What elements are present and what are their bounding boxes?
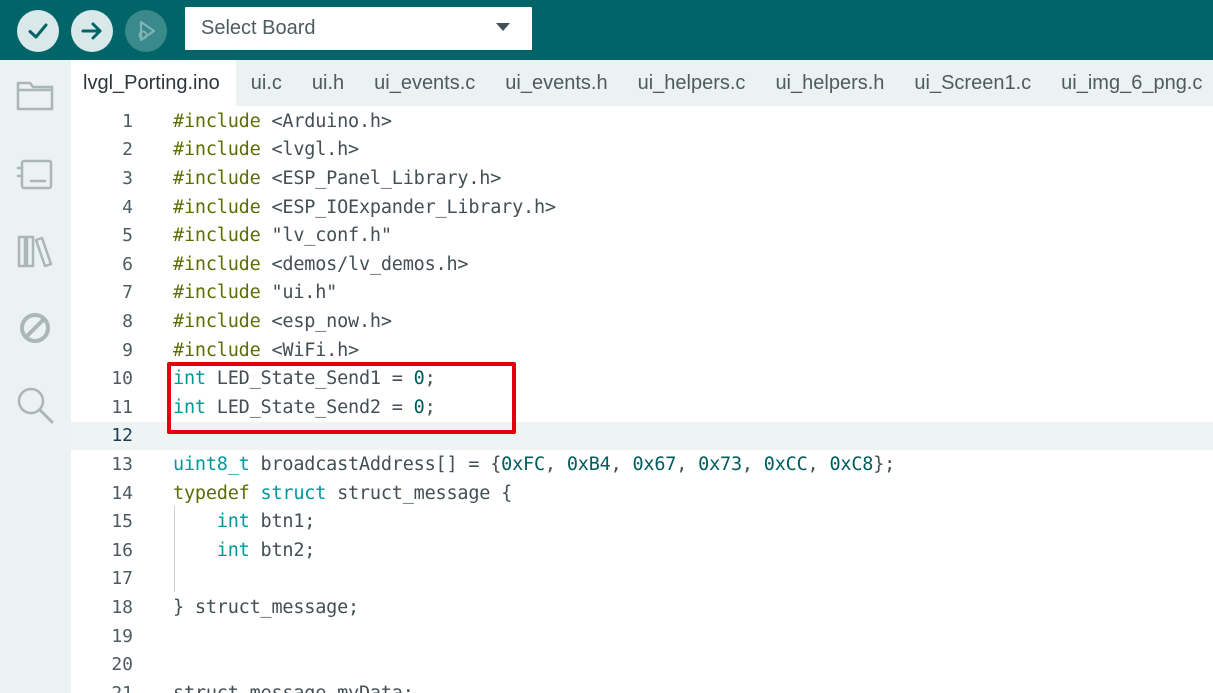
tab-ui-events-h[interactable]: ui_events.h (490, 60, 622, 106)
code-line[interactable]: 8 #include <esp_now.h> (71, 307, 1213, 336)
code-line[interactable]: 19 (71, 622, 1213, 651)
code-text: int LED_State_Send1 = 0; (173, 368, 436, 390)
no-debug-icon (20, 313, 50, 343)
code-line[interactable]: 17 (71, 565, 1213, 594)
code-text: int btn1; (216, 511, 316, 533)
line-number: 9 (122, 339, 133, 361)
line-number: 14 (111, 482, 133, 504)
line-number: 1 (122, 110, 133, 132)
tab-ui-c[interactable]: ui.c (236, 60, 297, 106)
code-line[interactable]: 13 uint8_t broadcastAddress[] = {0xFC, 0x… (71, 450, 1213, 479)
tab-bar: lvgl_Porting.ino ui.c ui.h ui_events.c u… (71, 60, 1213, 106)
code-text: uint8_t broadcastAddress[] = {0xFC, 0xB4… (173, 453, 896, 475)
code-text: int LED_State_Send2 = 0; (173, 396, 436, 418)
line-number: 11 (111, 396, 133, 418)
code-text: #include "lv_conf.h" (173, 225, 392, 247)
folder-icon (16, 81, 54, 111)
tab-lvgl-porting-ino[interactable]: lvgl_Porting.ino (71, 60, 236, 106)
code-line[interactable]: 6 #include <demos/lv_demos.h> (71, 250, 1213, 279)
code-line[interactable]: 10 int LED_State_Send1 = 0; (71, 364, 1213, 393)
line-number: 7 (122, 282, 133, 304)
code-line[interactable]: 18 } struct_message; (71, 593, 1213, 622)
code-text: #include <WiFi.h> (173, 339, 359, 361)
verify-button[interactable] (17, 10, 59, 52)
code-line[interactable]: 16 int btn2; (71, 536, 1213, 565)
line-number: 10 (111, 368, 133, 390)
upload-button[interactable] (71, 10, 113, 52)
code-text: #include <Arduino.h> (173, 110, 392, 132)
check-icon (28, 23, 48, 39)
line-number: 20 (111, 654, 133, 676)
line-number: 19 (111, 625, 133, 647)
line-number: 12 (111, 425, 133, 447)
code-text: int btn2; (216, 539, 316, 561)
toolbar: Select Board (0, 0, 1213, 60)
board-select-label: Select Board (201, 17, 316, 39)
code-line[interactable]: 5 #include "lv_conf.h" (71, 221, 1213, 250)
code-text: struct_message myData; (173, 683, 414, 693)
debug-button[interactable] (125, 10, 167, 52)
code-line[interactable]: 12 (71, 421, 1213, 451)
sidebar (0, 60, 71, 693)
sidebar-item-search[interactable] (14, 384, 56, 426)
tab-ui-helpers-c[interactable]: ui_helpers.c (623, 60, 761, 106)
line-number: 5 (122, 225, 133, 247)
code-line[interactable]: 14 typedef struct struct_message { (71, 479, 1213, 508)
tab-ui-helpers-h[interactable]: ui_helpers.h (760, 60, 899, 106)
code-text: #include <esp_now.h> (173, 310, 392, 332)
code-line[interactable]: 20 (71, 650, 1213, 679)
code-line[interactable]: 15 int btn1; (71, 507, 1213, 536)
line-number: 8 (122, 310, 133, 332)
code-text: #include "ui.h" (173, 282, 338, 304)
line-number: 15 (111, 511, 133, 533)
code-line[interactable]: 1 #include <Arduino.h> (71, 107, 1213, 136)
line-number: 4 (122, 196, 133, 218)
chevron-down-icon (496, 23, 510, 31)
sidebar-item-sketchbook[interactable] (14, 74, 56, 116)
board-select-dropdown[interactable]: Select Board (185, 7, 532, 50)
line-number: 16 (111, 539, 133, 561)
tab-ui-events-c[interactable]: ui_events.c (359, 60, 490, 106)
code-line[interactable]: 3 #include <ESP_Panel_Library.h> (71, 164, 1213, 193)
sidebar-item-boards-manager[interactable] (14, 153, 56, 195)
tab-ui-img-6-png-c[interactable]: ui_img_6_png.c (1046, 60, 1213, 106)
sidebar-item-debug[interactable] (14, 307, 56, 349)
tab-ui-h[interactable]: ui.h (297, 60, 359, 106)
code-line[interactable]: 11 int LED_State_Send2 = 0; (71, 393, 1213, 422)
arrow-right-icon (81, 22, 102, 40)
code-text: #include <ESP_Panel_Library.h> (173, 167, 502, 189)
code-line[interactable]: 7 #include "ui.h" (71, 279, 1213, 308)
tab-ui-screen1-c[interactable]: ui_Screen1.c (899, 60, 1046, 106)
search-icon (17, 387, 54, 424)
sidebar-item-library-manager[interactable] (14, 230, 56, 272)
code-text: #include <demos/lv_demos.h> (173, 253, 469, 275)
line-number: 21 (71, 683, 133, 693)
line-number: 3 (122, 167, 133, 189)
code-line[interactable]: 4 #include <ESP_IOExpander_Library.h> (71, 193, 1213, 222)
code-text: #include <lvgl.h> (173, 139, 359, 161)
line-number: 2 (122, 139, 133, 161)
code-text: typedef struct struct_message { (173, 482, 513, 504)
debug-play-icon (138, 20, 156, 42)
code-editor[interactable]: 1 #include <Arduino.h> 2 #include <lvgl.h> 3… (71, 106, 1213, 693)
code-text: } struct_message; (173, 596, 359, 618)
line-number: 18 (111, 596, 133, 618)
code-line[interactable]: 9 #include <WiFi.h> (71, 336, 1213, 365)
library-icon (17, 235, 53, 268)
code-text: #include <ESP_IOExpander_Library.h> (173, 196, 556, 218)
line-number: 13 (111, 453, 133, 475)
line-number: 6 (122, 253, 133, 275)
code-line[interactable]: 2 #include <lvgl.h> (71, 136, 1213, 165)
board-icon (16, 159, 53, 190)
code-line[interactable]: 21 struct_message myData; (71, 679, 1213, 693)
line-number: 17 (111, 568, 133, 590)
